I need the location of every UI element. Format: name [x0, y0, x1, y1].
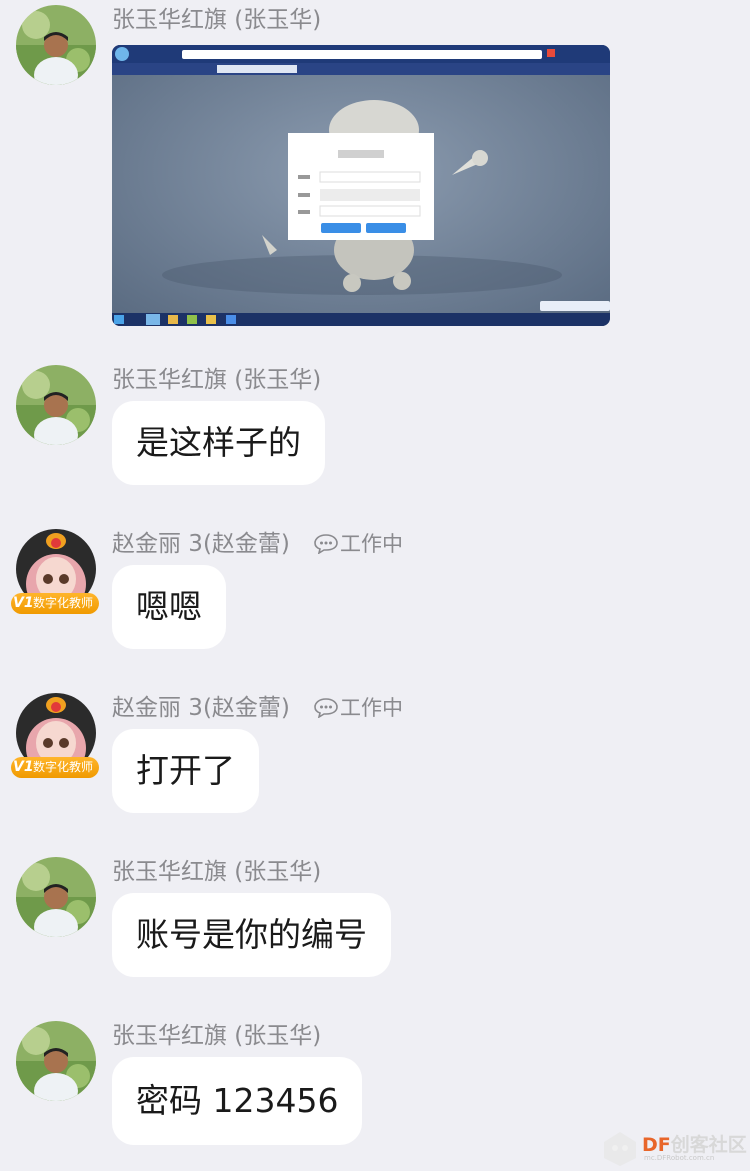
- message-3: V1 数字化教师 赵金丽 3(赵金蕾) 工作中 嗯嗯: [0, 529, 750, 649]
- dfrobot-watermark: DF创客社区 mc.DFRobot.com.cn: [600, 1128, 747, 1168]
- badge-level: V1: [13, 595, 34, 611]
- avatar-zhang[interactable]: [16, 5, 96, 85]
- watermark-name: 创客社区: [670, 1134, 747, 1156]
- sender-name: 赵金丽 3(赵金蕾): [112, 695, 290, 721]
- shared-screenshot-image[interactable]: [112, 45, 610, 326]
- title-badge: V1 数字化教师: [11, 757, 100, 778]
- message-4: V1 数字化教师 赵金丽 3(赵金蕾) 工作中 打开了: [0, 693, 750, 813]
- avatar-zhang[interactable]: [16, 857, 96, 937]
- title-badge: V1 数字化教师: [11, 593, 100, 614]
- watermark-brand: DF: [642, 1134, 671, 1156]
- work-status: 工作中: [314, 693, 403, 723]
- sender-name: 张玉华红旗 (张玉华): [112, 859, 322, 885]
- robot-logo-icon: [604, 1132, 636, 1166]
- badge-label: 数字化教师: [33, 760, 94, 774]
- message-bubble[interactable]: 是这样子的: [112, 401, 325, 485]
- message-2: 张玉华红旗 (张玉华) 是这样子的: [0, 365, 750, 485]
- message-5: 张玉华红旗 (张玉华) 账号是你的编号: [0, 857, 750, 977]
- chat-bubble-icon: [314, 698, 338, 718]
- message-bubble[interactable]: 嗯嗯: [112, 565, 226, 649]
- message-1: 张玉华红旗 (张玉华): [0, 5, 750, 326]
- watermark-url: mc.DFRobot.com.cn: [644, 1154, 715, 1162]
- work-status: 工作中: [314, 529, 403, 559]
- message-bubble[interactable]: 打开了: [112, 729, 259, 813]
- sender-name: 张玉华红旗 (张玉华): [112, 1023, 322, 1049]
- badge-label: 数字化教师: [33, 596, 94, 610]
- status-text: 工作中: [340, 696, 403, 720]
- sender-name: 张玉华红旗 (张玉华): [112, 367, 322, 393]
- sender-name: 张玉华红旗 (张玉华): [112, 7, 322, 33]
- chat-bubble-icon: [314, 534, 338, 554]
- avatar-zhang[interactable]: [16, 365, 96, 445]
- sender-name: 赵金丽 3(赵金蕾): [112, 531, 290, 557]
- avatar-zhang[interactable]: [16, 1021, 96, 1101]
- message-bubble[interactable]: 账号是你的编号: [112, 893, 391, 977]
- badge-level: V1: [13, 759, 34, 775]
- message-bubble[interactable]: 密码 123456: [112, 1057, 363, 1145]
- status-text: 工作中: [340, 532, 403, 556]
